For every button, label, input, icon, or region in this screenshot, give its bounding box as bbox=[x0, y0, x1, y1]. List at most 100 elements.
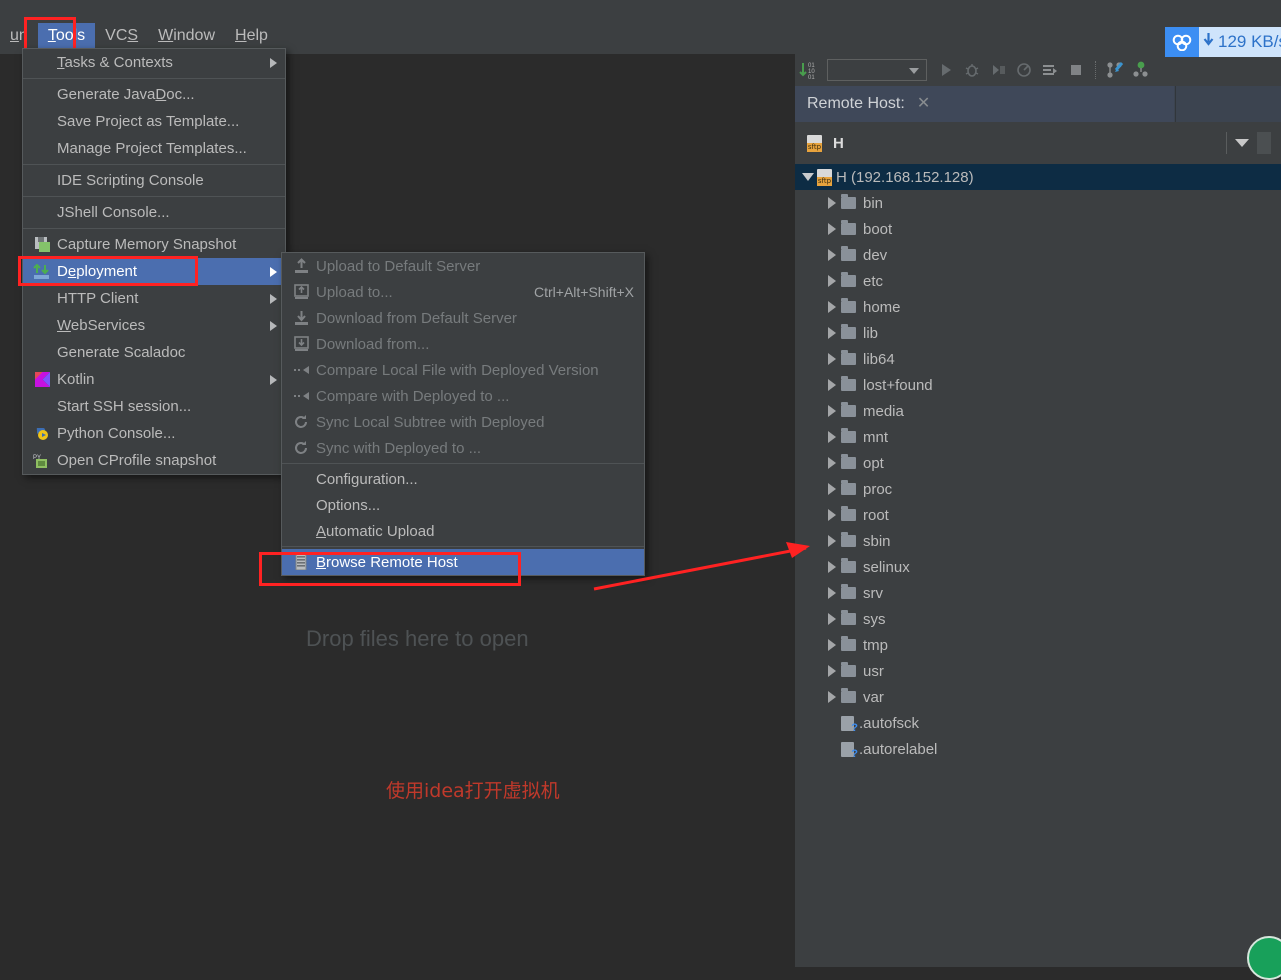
menu-item-generate-javadoc[interactable]: Generate JavaDoc... bbox=[23, 81, 285, 108]
tree-node[interactable]: .autorelabel bbox=[795, 736, 1281, 762]
chevron-right-icon[interactable] bbox=[823, 249, 841, 261]
vcs-commit-icon[interactable] bbox=[1129, 57, 1155, 83]
menu-item-start-ssh-session[interactable]: Start SSH session... bbox=[23, 393, 285, 420]
menu-item-open-cprofile-snapshot[interactable]: PY Open CProfile snapshot bbox=[23, 447, 285, 474]
tree-node[interactable]: dev bbox=[795, 242, 1281, 268]
submenu-item-automatic-upload[interactable]: Automatic Upload bbox=[282, 518, 644, 544]
submenu-item-compare-local-file-with-deployed-version[interactable]: Compare Local File with Deployed Version bbox=[282, 357, 644, 383]
menu-item-label: Open CProfile snapshot bbox=[57, 452, 217, 469]
menu-item-ide-scripting-console[interactable]: IDE Scripting Console bbox=[23, 167, 285, 194]
menubar-item-help[interactable]: Help bbox=[225, 23, 278, 49]
chevron-right-icon[interactable] bbox=[823, 665, 841, 677]
chevron-right-icon[interactable] bbox=[823, 535, 841, 547]
tree-node[interactable]: etc bbox=[795, 268, 1281, 294]
binary-icon[interactable]: 01 10 01 bbox=[795, 57, 821, 83]
tree-node[interactable]: lib bbox=[795, 320, 1281, 346]
menubar-item-window[interactable]: Window bbox=[148, 23, 225, 49]
close-icon[interactable]: ✕ bbox=[917, 96, 930, 112]
chevron-down-icon[interactable] bbox=[799, 173, 817, 181]
menu-item-jshell-console[interactable]: JShell Console... bbox=[23, 199, 285, 226]
tree-node[interactable]: srv bbox=[795, 580, 1281, 606]
chevron-right-icon[interactable] bbox=[823, 431, 841, 443]
tree-node[interactable]: lost+found bbox=[795, 372, 1281, 398]
menu-item-python-console[interactable]: Python Console... bbox=[23, 420, 285, 447]
triangle-glyph bbox=[828, 301, 836, 313]
chevron-right-icon[interactable] bbox=[823, 561, 841, 573]
chevron-right-icon[interactable] bbox=[823, 327, 841, 339]
chevron-right-icon[interactable] bbox=[823, 587, 841, 599]
tree-node[interactable]: tmp bbox=[795, 632, 1281, 658]
tree-node[interactable]: opt bbox=[795, 450, 1281, 476]
chevron-right-icon[interactable] bbox=[823, 457, 841, 469]
chevron-right-icon[interactable] bbox=[823, 613, 841, 625]
chevron-right-icon[interactable] bbox=[823, 197, 841, 209]
chevron-right-icon[interactable] bbox=[823, 379, 841, 391]
chevron-right-icon[interactable] bbox=[823, 275, 841, 287]
tree-node[interactable]: boot bbox=[795, 216, 1281, 242]
stop-icon[interactable] bbox=[1063, 57, 1089, 83]
gear-icon[interactable] bbox=[1257, 132, 1271, 154]
submenu-item-download-from-default-server[interactable]: Download from Default Server bbox=[282, 305, 644, 331]
tree-root-node[interactable]: H (192.168.152.128) bbox=[795, 164, 1281, 190]
annotation-text: 使用idea打开虚拟机 bbox=[386, 780, 560, 802]
submenu-item-compare-with-deployed-to[interactable]: Compare with Deployed to ... bbox=[282, 383, 644, 409]
tree-node[interactable]: var bbox=[795, 684, 1281, 710]
tree-node[interactable]: proc bbox=[795, 476, 1281, 502]
chevron-down-icon[interactable] bbox=[1235, 139, 1249, 147]
vcs-update-icon[interactable] bbox=[1103, 57, 1129, 83]
tree-node[interactable]: usr bbox=[795, 658, 1281, 684]
menu-separator bbox=[282, 463, 644, 464]
menu-item-generate-scaladoc[interactable]: Generate Scaladoc bbox=[23, 339, 285, 366]
tree-node[interactable]: media bbox=[795, 398, 1281, 424]
tree-node[interactable]: home bbox=[795, 294, 1281, 320]
chevron-right-icon[interactable] bbox=[823, 405, 841, 417]
remote-host-file-tree[interactable]: H (192.168.152.128) bin boot dev etc home lib l… bbox=[795, 164, 1281, 967]
submenu-item-sync-with-deployed-to[interactable]: Sync with Deployed to ... bbox=[282, 435, 644, 461]
menu-item-http-client[interactable]: HTTP Client bbox=[23, 285, 285, 312]
menu-separator bbox=[23, 78, 285, 79]
submenu-item-upload-to-default-server[interactable]: Upload to Default Server bbox=[282, 253, 644, 279]
folder-icon bbox=[841, 636, 856, 651]
tree-node[interactable]: lib64 bbox=[795, 346, 1281, 372]
menu-separator bbox=[282, 546, 644, 547]
network-speed-badge[interactable]: 129 KB/s bbox=[1165, 27, 1281, 57]
chevron-right-icon[interactable] bbox=[823, 483, 841, 495]
profile-icon[interactable] bbox=[1011, 57, 1037, 83]
tree-node[interactable]: .autofsck bbox=[795, 710, 1281, 736]
tree-node[interactable]: sys bbox=[795, 606, 1281, 632]
menubar-item-vcs[interactable]: VCS bbox=[95, 23, 148, 49]
coverage-icon[interactable] bbox=[985, 57, 1011, 83]
tab-remote-host[interactable]: Remote Host: ✕ bbox=[795, 86, 1174, 122]
menu-item-webservices[interactable]: WebServices bbox=[23, 312, 285, 339]
chevron-right-icon[interactable] bbox=[823, 301, 841, 313]
menu-item-tasks-contexts[interactable]: Tasks & Contexts bbox=[23, 49, 285, 76]
submenu-item-download-from[interactable]: Download from... bbox=[282, 331, 644, 357]
tree-node[interactable]: root bbox=[795, 502, 1281, 528]
remote-host-server-selector[interactable]: H bbox=[807, 134, 844, 152]
folder-icon bbox=[841, 480, 856, 495]
run-icon[interactable] bbox=[933, 57, 959, 83]
submenu-item-options[interactable]: Options... bbox=[282, 492, 644, 518]
menu-item-save-project-as-template[interactable]: Save Project as Template... bbox=[23, 108, 285, 135]
services-icon[interactable] bbox=[1037, 57, 1063, 83]
tree-node[interactable]: sbin bbox=[795, 528, 1281, 554]
chevron-right-icon[interactable] bbox=[823, 691, 841, 703]
submenu-item-sync-local-subtree-with-deployed[interactable]: Sync Local Subtree with Deployed bbox=[282, 409, 644, 435]
tree-node[interactable]: mnt bbox=[795, 424, 1281, 450]
submenu-item-configuration[interactable]: Configuration... bbox=[282, 466, 644, 492]
menu-item-kotlin[interactable]: Kotlin bbox=[23, 366, 285, 393]
menu-item-manage-project-templates[interactable]: Manage Project Templates... bbox=[23, 135, 285, 162]
chevron-right-icon[interactable] bbox=[823, 223, 841, 235]
tree-node-label: proc bbox=[863, 480, 893, 498]
submenu-item-upload-to[interactable]: Upload to... Ctrl+Alt+Shift+X bbox=[282, 279, 644, 305]
chevron-right-icon[interactable] bbox=[823, 639, 841, 651]
tree-node[interactable]: bin bbox=[795, 190, 1281, 216]
chevron-right-icon[interactable] bbox=[823, 509, 841, 521]
run-configuration-combo[interactable] bbox=[827, 59, 927, 81]
status-badge[interactable] bbox=[1247, 936, 1281, 980]
tree-node[interactable]: selinux bbox=[795, 554, 1281, 580]
upload-to-icon bbox=[290, 282, 312, 302]
chevron-right-icon[interactable] bbox=[823, 353, 841, 365]
debug-icon[interactable] bbox=[959, 57, 985, 83]
menu-item-capture-memory-snapshot[interactable]: Capture Memory Snapshot bbox=[23, 231, 285, 258]
